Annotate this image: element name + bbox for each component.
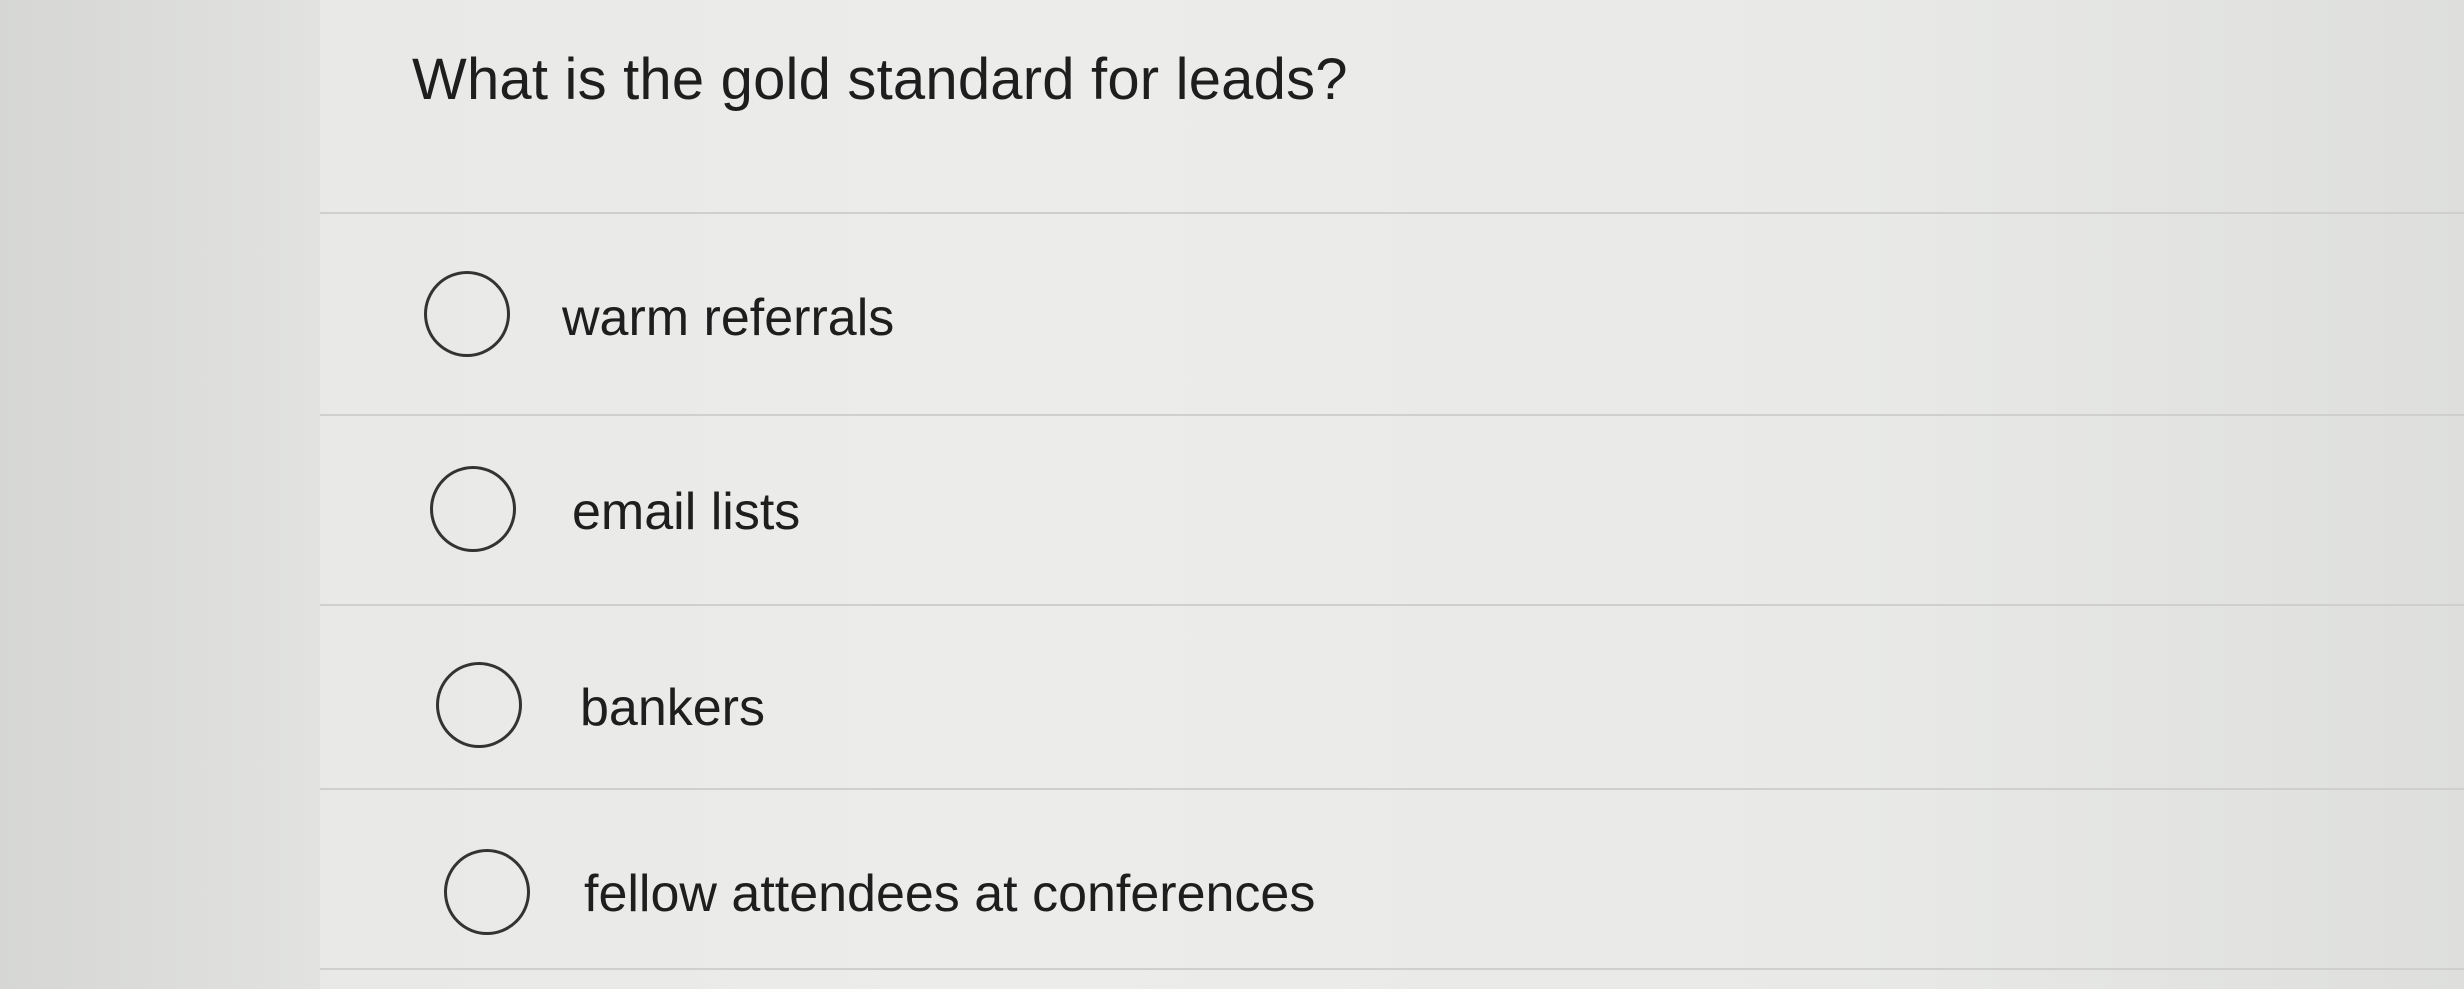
radio-button-icon[interactable] [424,271,510,357]
quiz-question-card: What is the gold standard for leads? war… [320,0,2464,989]
answer-option-2[interactable]: email lists [320,418,2464,608]
page-margin [0,0,320,989]
answer-option-4[interactable]: fellow attendees at conferences [320,798,2464,988]
divider [320,788,2464,790]
answer-option-label: fellow attendees at conferences [584,865,1316,923]
answer-option-label: warm referrals [562,289,895,347]
radio-button-icon[interactable] [430,466,516,552]
answer-option-1[interactable]: warm referrals [320,222,2464,412]
divider [320,414,2464,416]
answer-option-label: email lists [572,483,801,541]
divider [320,212,2464,214]
answer-option-label: bankers [580,679,765,737]
radio-button-icon[interactable] [436,662,522,748]
divider [320,968,2464,970]
question-text: What is the gold standard for leads? [412,47,1348,112]
divider [320,604,2464,606]
answer-option-3[interactable]: bankers [320,610,2464,800]
radio-button-icon[interactable] [444,849,530,935]
